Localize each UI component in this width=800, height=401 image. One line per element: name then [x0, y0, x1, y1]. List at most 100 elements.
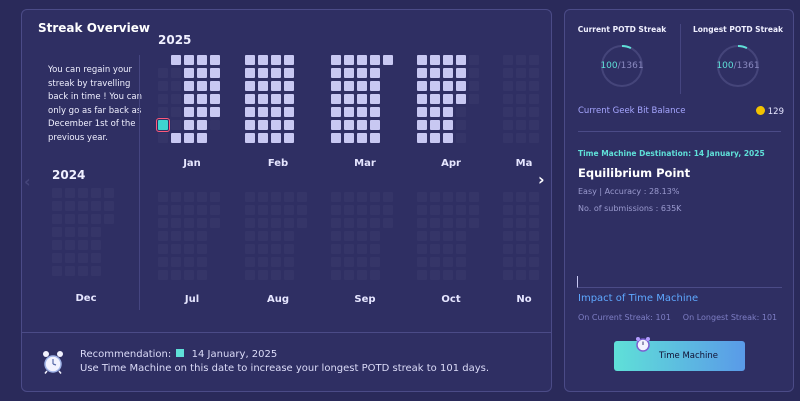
- calendar-day[interactable]: [78, 201, 88, 211]
- calendar-day[interactable]: [469, 55, 479, 65]
- calendar-day[interactable]: [443, 218, 453, 228]
- calendar-day[interactable]: [297, 133, 307, 143]
- calendar-day[interactable]: [469, 68, 479, 78]
- calendar-day[interactable]: [197, 231, 207, 241]
- calendar-day[interactable]: [357, 270, 367, 280]
- calendar-day[interactable]: [65, 214, 75, 224]
- calendar-day[interactable]: [370, 192, 380, 202]
- calendar-day[interactable]: [52, 201, 62, 211]
- calendar-day[interactable]: [443, 133, 453, 143]
- calendar-day[interactable]: [331, 218, 341, 228]
- calendar-day[interactable]: [284, 107, 294, 117]
- calendar-day[interactable]: [542, 133, 552, 143]
- calendar-day[interactable]: [383, 68, 393, 78]
- calendar-day[interactable]: [516, 55, 526, 65]
- calendar-day[interactable]: [184, 218, 194, 228]
- calendar-day[interactable]: [443, 55, 453, 65]
- calendar-day[interactable]: [417, 81, 427, 91]
- calendar-day[interactable]: [104, 266, 114, 276]
- calendar-day[interactable]: [297, 231, 307, 241]
- calendar-day[interactable]: [529, 107, 539, 117]
- calendar-day[interactable]: [197, 68, 207, 78]
- calendar-day[interactable]: [258, 257, 268, 267]
- calendar-day[interactable]: [529, 120, 539, 130]
- calendar-day[interactable]: [529, 133, 539, 143]
- calendar-day[interactable]: [456, 231, 466, 241]
- calendar-day[interactable]: [78, 240, 88, 250]
- calendar-day-selected[interactable]: [156, 118, 170, 132]
- calendar-day[interactable]: [357, 68, 367, 78]
- calendar-day[interactable]: [171, 120, 181, 130]
- calendar-day[interactable]: [184, 244, 194, 254]
- calendar-day[interactable]: [171, 94, 181, 104]
- calendar-day[interactable]: [104, 201, 114, 211]
- calendar-day[interactable]: [456, 244, 466, 254]
- calendar-day[interactable]: [197, 218, 207, 228]
- calendar-day[interactable]: [78, 266, 88, 276]
- calendar-day[interactable]: [210, 120, 220, 130]
- calendar-day[interactable]: [297, 192, 307, 202]
- calendar-day[interactable]: [417, 205, 427, 215]
- calendar-day[interactable]: [197, 270, 207, 280]
- calendar-day[interactable]: [469, 218, 479, 228]
- calendar-day[interactable]: [529, 257, 539, 267]
- calendar-day[interactable]: [469, 120, 479, 130]
- calendar-day[interactable]: [197, 81, 207, 91]
- calendar-day[interactable]: [516, 192, 526, 202]
- calendar-day[interactable]: [503, 192, 513, 202]
- calendar-day[interactable]: [284, 94, 294, 104]
- calendar-day[interactable]: [417, 244, 427, 254]
- calendar-day[interactable]: [516, 205, 526, 215]
- calendar-day[interactable]: [284, 55, 294, 65]
- calendar-day[interactable]: [65, 227, 75, 237]
- calendar-day[interactable]: [417, 68, 427, 78]
- calendar-day[interactable]: [271, 81, 281, 91]
- calendar-day[interactable]: [331, 257, 341, 267]
- calendar-day[interactable]: [271, 68, 281, 78]
- calendar-day[interactable]: [52, 227, 62, 237]
- calendar-day[interactable]: [197, 257, 207, 267]
- calendar-day[interactable]: [542, 231, 552, 241]
- calendar-day[interactable]: [443, 94, 453, 104]
- calendar-day[interactable]: [184, 270, 194, 280]
- calendar-day[interactable]: [417, 257, 427, 267]
- calendar-day[interactable]: [245, 68, 255, 78]
- calendar-day[interactable]: [542, 257, 552, 267]
- calendar-day[interactable]: [370, 68, 380, 78]
- calendar-day[interactable]: [258, 192, 268, 202]
- calendar-day[interactable]: [331, 107, 341, 117]
- calendar-day[interactable]: [297, 94, 307, 104]
- calendar-day[interactable]: [443, 107, 453, 117]
- calendar-day[interactable]: [158, 107, 168, 117]
- calendar-day[interactable]: [210, 244, 220, 254]
- calendar-day[interactable]: [443, 192, 453, 202]
- calendar-day[interactable]: [210, 205, 220, 215]
- calendar-day[interactable]: [91, 188, 101, 198]
- calendar-day[interactable]: [245, 218, 255, 228]
- calendar-day[interactable]: [529, 244, 539, 254]
- calendar-day[interactable]: [417, 133, 427, 143]
- calendar-day[interactable]: [417, 55, 427, 65]
- calendar-day[interactable]: [443, 270, 453, 280]
- calendar-day[interactable]: [65, 201, 75, 211]
- calendar-day[interactable]: [469, 205, 479, 215]
- calendar-day[interactable]: [271, 270, 281, 280]
- calendar-day[interactable]: [297, 107, 307, 117]
- calendar-day[interactable]: [542, 107, 552, 117]
- calendar-day[interactable]: [503, 270, 513, 280]
- calendar-day[interactable]: [258, 94, 268, 104]
- calendar-day[interactable]: [258, 107, 268, 117]
- calendar-day[interactable]: [271, 257, 281, 267]
- calendar-day[interactable]: [158, 81, 168, 91]
- calendar-day[interactable]: [184, 120, 194, 130]
- calendar-day[interactable]: [197, 133, 207, 143]
- calendar-day[interactable]: [210, 257, 220, 267]
- calendar-day[interactable]: [456, 120, 466, 130]
- calendar-day[interactable]: [297, 257, 307, 267]
- calendar-day[interactable]: [284, 192, 294, 202]
- calendar-day[interactable]: [171, 205, 181, 215]
- calendar-day[interactable]: [469, 231, 479, 241]
- calendar-day[interactable]: [158, 192, 168, 202]
- calendar-day[interactable]: [443, 231, 453, 241]
- calendar-day[interactable]: [65, 240, 75, 250]
